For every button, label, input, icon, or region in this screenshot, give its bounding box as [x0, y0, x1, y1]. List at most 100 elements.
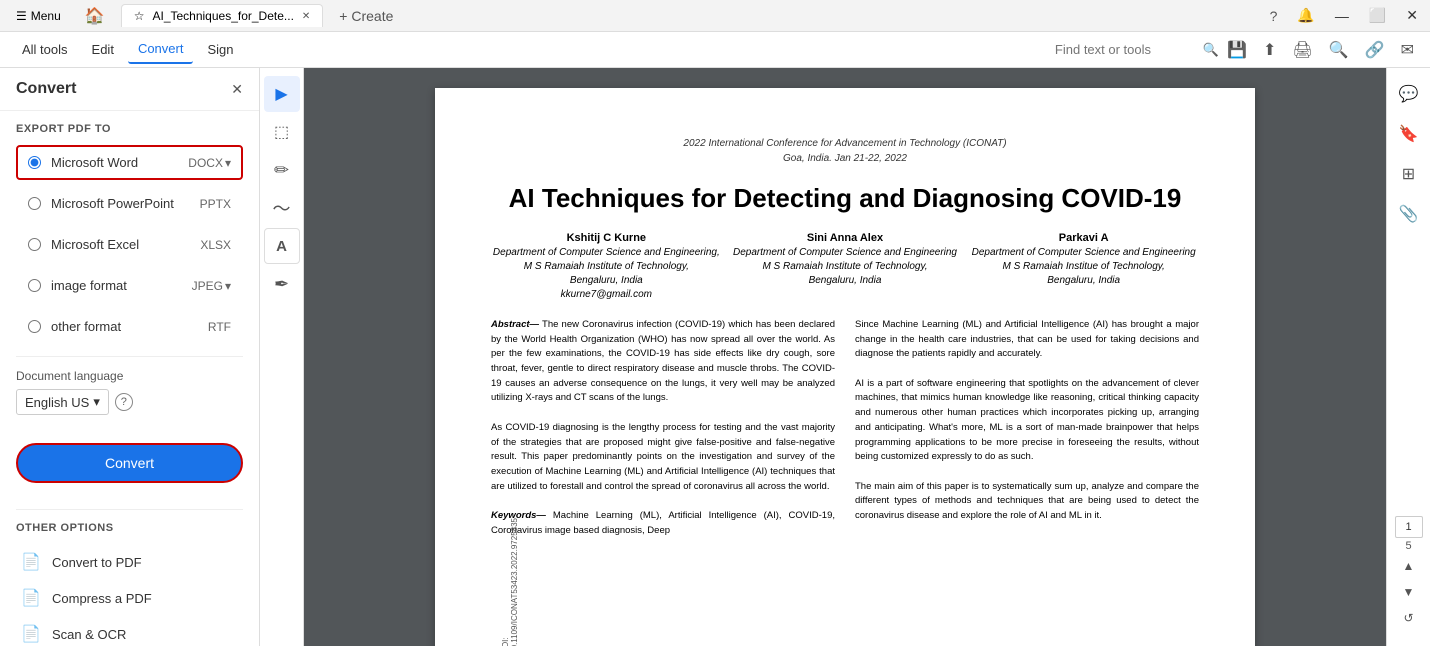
- pdf-content[interactable]: 2022 International Conference for Advanc…: [304, 68, 1386, 646]
- page-controls: 1 5 ▲ ▼ ↺: [1391, 516, 1427, 638]
- option-word[interactable]: Microsoft Word DOCX ▾: [16, 145, 243, 180]
- active-tab[interactable]: ☆ AI_Techniques_for_Dete... ✕: [121, 4, 324, 27]
- zoom-icon[interactable]: 🔍: [1325, 36, 1353, 64]
- panel-content: EXPORT PDF TO Microsoft Word DOCX ▾ Micr…: [0, 111, 259, 646]
- bookmark-button[interactable]: 🔖: [1391, 116, 1427, 152]
- author-3-dept: Department of Computer Science and Engin…: [968, 246, 1199, 288]
- option-powerpoint[interactable]: Microsoft PowerPoint PPTX: [16, 186, 243, 221]
- page-up-button[interactable]: ▲: [1397, 554, 1421, 578]
- scan-ocr-label: Scan & OCR: [52, 627, 126, 642]
- abstract-text: The new Coronavirus infection (COVID-19)…: [491, 319, 835, 404]
- menu-convert[interactable]: Convert: [128, 35, 194, 64]
- search-icon[interactable]: 🔍: [1203, 42, 1219, 58]
- image-format-label: JPEG: [192, 279, 223, 293]
- notification-icon[interactable]: 🔔: [1293, 3, 1318, 28]
- link-icon[interactable]: 🔗: [1361, 36, 1389, 64]
- divider-1: [16, 356, 243, 357]
- mail-icon[interactable]: ✉: [1397, 36, 1418, 64]
- compress-pdf-icon: 📄: [20, 588, 42, 608]
- grid-button[interactable]: ⊞: [1391, 156, 1427, 192]
- panel-title: Convert: [16, 80, 76, 98]
- other-format: RTF: [208, 320, 231, 334]
- language-help-icon[interactable]: ?: [115, 393, 133, 411]
- radio-other[interactable]: [28, 320, 41, 333]
- compress-pdf-label: Compress a PDF: [52, 591, 152, 606]
- text-tool-button[interactable]: A: [264, 228, 300, 264]
- abstract-p2: As COVID-19 diagnosing is the lengthy pr…: [491, 421, 835, 495]
- search-area: 🔍: [1055, 42, 1219, 58]
- print-icon[interactable]: 🖨: [1288, 36, 1316, 64]
- menu-all-tools[interactable]: All tools: [12, 36, 78, 63]
- save-icon[interactable]: 💾: [1223, 36, 1251, 64]
- option-excel-label: Microsoft Excel: [51, 237, 200, 252]
- option-scan-ocr[interactable]: 📄 Scan & OCR: [16, 616, 243, 646]
- marquee-tool-button[interactable]: ⬚: [264, 114, 300, 150]
- viewer-area: ▶ ⬚ ✏ 〜 A ✒ 2022 International Conferenc…: [260, 68, 1430, 646]
- option-excel[interactable]: Microsoft Excel XLSX: [16, 227, 243, 262]
- freehand-tool-button[interactable]: 〜: [264, 190, 300, 226]
- main-area: Convert ✕ EXPORT PDF TO Microsoft Word D…: [0, 68, 1430, 646]
- page-current: 1: [1395, 516, 1423, 538]
- right-sidebar: 💬 🔖 ⊞ 📎 1 5 ▲ ▼ ↺: [1386, 68, 1430, 646]
- pdf-title: AI Techniques for Detecting and Diagnosi…: [491, 182, 1199, 216]
- left-column: Abstract— The new Coronavirus infection …: [491, 318, 835, 539]
- conference-location: Goa, India. Jan 21-22, 2022: [491, 151, 1199, 166]
- create-button[interactable]: + Create: [331, 4, 401, 28]
- titlebar: ☰ Menu 🏠 ☆ AI_Techniques_for_Dete... ✕ +…: [0, 0, 1430, 32]
- author-2-name: Sini Anna Alex: [730, 232, 961, 244]
- right-column: Since Machine Learning (ML) and Artifici…: [855, 318, 1199, 539]
- option-compress-pdf[interactable]: 📄 Compress a PDF: [16, 580, 243, 616]
- radio-word[interactable]: [28, 156, 41, 169]
- language-value: English US: [25, 395, 89, 410]
- option-convert-to-pdf[interactable]: 📄 Convert to PDF: [16, 544, 243, 580]
- menu-edit[interactable]: Edit: [82, 36, 124, 63]
- tab-close-button[interactable]: ✕: [302, 11, 310, 22]
- option-other-label: other format: [51, 319, 208, 334]
- convert-button[interactable]: Convert: [16, 443, 243, 483]
- panel-close-button[interactable]: ✕: [231, 81, 243, 98]
- minimize-button[interactable]: —: [1331, 4, 1353, 28]
- radio-powerpoint[interactable]: [28, 197, 41, 210]
- select-tool-button[interactable]: ▶: [264, 76, 300, 112]
- attachment-button[interactable]: 📎: [1391, 196, 1427, 232]
- tab-star-icon: ☆: [134, 9, 145, 23]
- author-1-dept: Department of Computer Science and Engin…: [491, 246, 722, 302]
- scan-ocr-icon: 📄: [20, 624, 42, 644]
- home-button[interactable]: 🏠: [77, 2, 113, 30]
- language-selector[interactable]: English US ▾: [16, 389, 109, 415]
- word-format-dropdown[interactable]: DOCX ▾: [188, 156, 231, 170]
- pdf-conference-header: 2022 International Conference for Advanc…: [491, 136, 1199, 166]
- page-down-button[interactable]: ▼: [1397, 580, 1421, 604]
- radio-excel[interactable]: [28, 238, 41, 251]
- author-3: Parkavi A Department of Computer Science…: [968, 232, 1199, 302]
- page-total: 5: [1405, 540, 1411, 552]
- help-icon[interactable]: ?: [1266, 4, 1282, 28]
- toolbar-strip: ▶ ⬚ ✏ 〜 A ✒: [260, 68, 304, 646]
- create-label: + Create: [339, 8, 393, 24]
- right-p2: AI is a part of software engineering tha…: [855, 377, 1199, 465]
- option-other[interactable]: other format RTF: [16, 309, 243, 344]
- radio-image[interactable]: [28, 279, 41, 292]
- option-image-label: image format: [51, 278, 192, 293]
- panel-header: Convert ✕: [0, 68, 259, 111]
- refresh-button[interactable]: ↺: [1397, 606, 1421, 630]
- image-format-dropdown[interactable]: JPEG ▾: [192, 279, 231, 293]
- right-p3: The main aim of this paper is to systema…: [855, 480, 1199, 524]
- menu-button[interactable]: ☰ Menu: [8, 5, 69, 27]
- author-2-dept: Department of Computer Science and Engin…: [730, 246, 961, 288]
- search-input[interactable]: [1055, 42, 1195, 57]
- menu-sign[interactable]: Sign: [197, 36, 243, 63]
- sign-tool-button[interactable]: ✒: [264, 266, 300, 302]
- authors-grid: Kshitij C Kurne Department of Computer S…: [491, 232, 1199, 302]
- window-close-button[interactable]: ✕: [1402, 3, 1422, 28]
- comment-button[interactable]: 💬: [1391, 76, 1427, 112]
- menubar-icons: 💾 ⬆ 🖨 🔍 🔗 ✉: [1223, 36, 1418, 64]
- maximize-button[interactable]: ⬜: [1365, 3, 1390, 28]
- upload-icon[interactable]: ⬆: [1259, 36, 1280, 64]
- author-1-name: Kshitij C Kurne: [491, 232, 722, 244]
- option-image[interactable]: image format JPEG ▾: [16, 268, 243, 303]
- pen-tool-button[interactable]: ✏: [264, 152, 300, 188]
- other-options-label: OTHER OPTIONS: [16, 522, 243, 534]
- abstract-label: Abstract—: [491, 319, 539, 330]
- titlebar-right: ? 🔔 — ⬜ ✕: [1266, 3, 1422, 28]
